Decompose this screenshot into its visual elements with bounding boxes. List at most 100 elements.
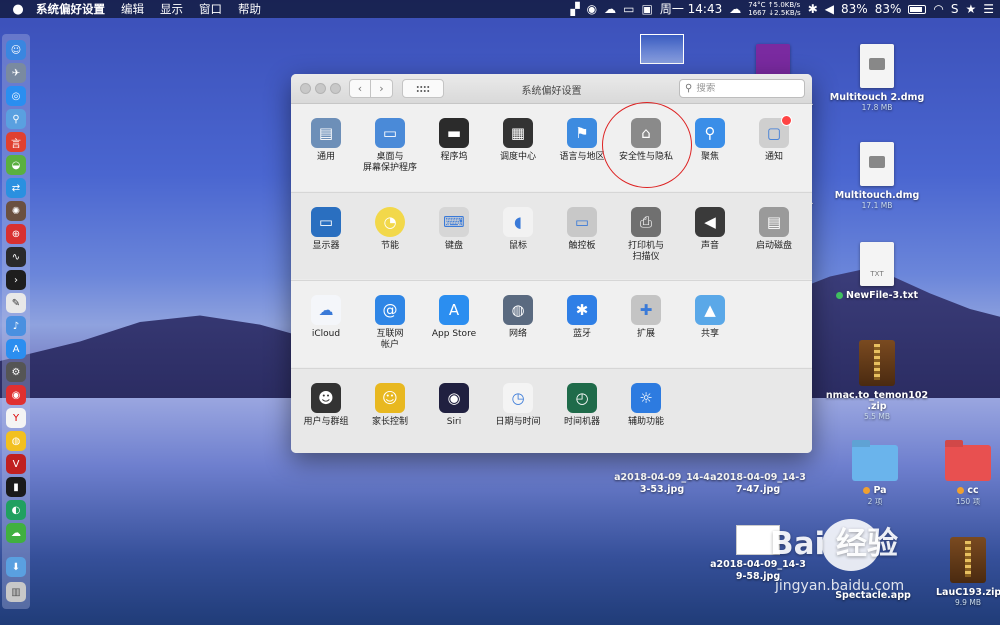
finder-icon[interactable]: ☺ [6, 40, 26, 60]
preview-icon[interactable]: ⚲ [6, 109, 26, 129]
pref-pane-general[interactable]: ▤ 通用 [294, 118, 358, 163]
menu-app-name[interactable]: 系统偏好设置 [36, 1, 105, 17]
status-app-icon-2[interactable]: ◉ [587, 0, 597, 18]
desktop-folder-cc[interactable]: cc 150 项 [940, 445, 996, 507]
vivaldi-icon[interactable]: V [6, 454, 26, 474]
battery-percent-left[interactable]: 83% [841, 0, 868, 18]
pref-pane-accessibility[interactable]: ☼ 辅助功能 [614, 383, 678, 428]
menu-view[interactable]: 显示 [160, 1, 183, 17]
downloads-folder-icon[interactable]: ⬇ [6, 557, 26, 577]
app-s-status-icon[interactable]: S [951, 0, 959, 18]
menu-window[interactable]: 窗口 [199, 1, 222, 17]
pref-pane-app-store[interactable]: A App Store [422, 295, 486, 340]
pref-pane-date-time[interactable]: ◷ 日期与时间 [486, 383, 550, 428]
wifi-icon[interactable]: ◠ [933, 0, 943, 18]
pref-pane-dock[interactable]: ▬ 程序坞 [422, 118, 486, 163]
android-icon[interactable]: ◒ [6, 155, 26, 175]
favorites-star-icon[interactable]: ★ [965, 0, 976, 18]
wechat-dock-icon[interactable]: ☁ [6, 523, 26, 543]
folder-label: Pa [847, 485, 903, 496]
pref-pane-sound[interactable]: ◀ 声音 [678, 207, 742, 252]
pref-pane-parental-controls[interactable]: ☺ 家长控制 [358, 383, 422, 428]
battery-icon[interactable] [908, 4, 927, 14]
pref-pane-bluetooth[interactable]: ✱ 蓝牙 [550, 295, 614, 340]
yandex-icon[interactable]: Y [6, 408, 26, 428]
safari-icon[interactable]: ◎ [6, 86, 26, 106]
desktop-file-screenshot-1[interactable]: a2018-04-09_14-4 3-53.jpg [614, 472, 710, 496]
app-red-icon[interactable]: 言 [6, 132, 26, 152]
screenshot-status-icon[interactable]: ▣ [642, 0, 653, 18]
chrome-icon[interactable]: ◍ [6, 431, 26, 451]
siri-icon: ◉ [439, 383, 469, 413]
pref-pane-time-machine[interactable]: ◴ 时间机器 [550, 383, 614, 428]
desktop-file-lauc-zip[interactable]: LauC193.zip 9.9 MB [936, 537, 1000, 607]
pref-pane-security-privacy[interactable]: ⌂ 安全性与隐私 [614, 118, 678, 163]
dock-icon: ▬ [439, 118, 469, 148]
launchpad-icon[interactable]: ✈ [6, 63, 26, 83]
desktop-file-newfile[interactable]: TXT NewFile-3.txt [822, 242, 932, 301]
migration-icon[interactable]: ⇄ [6, 178, 26, 198]
pref-pane-language-region[interactable]: ⚑ 语言与地区 [550, 118, 614, 163]
search-field[interactable]: ⚲ [679, 79, 805, 98]
pref-pane-extensions[interactable]: ✚ 扩展 [614, 295, 678, 340]
cloud-status-icon[interactable]: ☁ [729, 0, 741, 18]
menu-help[interactable]: 帮助 [238, 1, 261, 17]
desktop-file-multitouch2[interactable]: Multitouch 2.dmg 17.8 MB [822, 44, 932, 112]
pref-pane-keyboard[interactable]: ⌨ 键盘 [422, 207, 486, 252]
pref-pane-label: 日期与时间 [495, 417, 541, 427]
pref-pane-label: iCloud [311, 329, 341, 339]
pref-pane-label: 键盘 [444, 241, 463, 251]
pref-pane-icloud[interactable]: ☁ iCloud [294, 295, 358, 340]
pref-pane-network[interactable]: ◍ 网络 [486, 295, 550, 340]
pref-pane-siri[interactable]: ◉ Siri [422, 383, 486, 428]
status-app-icon-1[interactable]: ▞ [570, 0, 579, 18]
pref-pane-mission-control[interactable]: ▦ 调度中心 [486, 118, 550, 163]
menu-edit[interactable]: 编辑 [121, 1, 144, 17]
sound-status-icon[interactable]: ◀ [825, 0, 834, 18]
desktop-image-thumbnail[interactable] [640, 34, 684, 68]
apple-menu-icon[interactable]: ● [0, 2, 36, 17]
battery-percent-right[interactable]: 83% [875, 0, 902, 18]
pref-pane-energy-saver[interactable]: ◔ 节能 [358, 207, 422, 252]
desktop-folder-pa[interactable]: Pa 2 项 [847, 445, 903, 507]
pref-pane-spotlight[interactable]: ⚲ 聚焦 [678, 118, 742, 163]
desktop-file-nmac-zip[interactable]: nmac.to_temon102 .zip 5.5 MB [815, 340, 939, 421]
app-brown-icon[interactable]: ✺ [6, 201, 26, 221]
display-status-icon[interactable]: ▭ [623, 0, 634, 18]
datetime-text[interactable]: 周一 14:43 [660, 0, 722, 18]
desktop-file-screenshot-2[interactable]: a2018-04-09_14-3 7-47.jpg [710, 472, 806, 496]
pref-pane-printer-scanner[interactable]: ⎙ 打印机与 扫描仪 [614, 207, 678, 263]
console-icon[interactable]: ▮ [6, 477, 26, 497]
pref-pane-startup-disk[interactable]: ▤ 启动磁盘 [742, 207, 806, 252]
bluetooth-status-icon[interactable]: ✱ [808, 0, 818, 18]
app-mic-icon[interactable]: ⊕ [6, 224, 26, 244]
system-monitor[interactable]: 74°C ↑5.0KB/s 1667 ↓2.5KB/s [748, 1, 800, 17]
notification-center-icon[interactable]: ☰ [983, 0, 994, 18]
pref-pane-internet-accounts[interactable]: @ 互联网 帐户 [358, 295, 422, 351]
app-store-dock-icon[interactable]: A [6, 339, 26, 359]
energy-saver-icon: ◔ [375, 207, 405, 237]
pref-pane-users-groups[interactable]: ☻ 用户与群组 [294, 383, 358, 428]
pref-pane-notifications[interactable]: ▢ 通知 [742, 115, 806, 163]
pref-pane-mouse[interactable]: ◖ 鼠标 [486, 207, 550, 252]
folder-count: 2 项 [867, 497, 883, 506]
script-editor-icon[interactable]: ✎ [6, 293, 26, 313]
pref-pane-displays[interactable]: ▭ 显示器 [294, 207, 358, 252]
trash-icon[interactable]: ▥ [6, 582, 26, 602]
system-preferences-dock-icon[interactable]: ⚙ [6, 362, 26, 382]
pref-pane-desktop-screensaver[interactable]: ▭ 桌面与 屏幕保护程序 [358, 118, 422, 174]
netease-music-icon[interactable]: ◉ [6, 385, 26, 405]
activity-monitor-icon[interactable]: ∿ [6, 247, 26, 267]
wechat-status-icon[interactable]: ☁ [604, 0, 616, 18]
voice-icon[interactable]: ♪ [6, 316, 26, 336]
desktop-file-multitouch[interactable]: Multitouch.dmg 17.1 MB [822, 142, 932, 210]
app-green-icon[interactable]: ◐ [6, 500, 26, 520]
window-titlebar[interactable]: ‹ › 系统偏好设置 ⚲ [291, 74, 812, 104]
pref-pane-trackpad[interactable]: ▭ 触控板 [550, 207, 614, 252]
pref-pane-sharing[interactable]: ▲ 共享 [678, 295, 742, 340]
upload-speed: ↑5.0KB/s [767, 1, 801, 9]
zip-file-icon [950, 537, 986, 583]
search-input[interactable] [696, 83, 795, 94]
terminal-icon[interactable]: › [6, 270, 26, 290]
pref-pane-label: 显示器 [312, 241, 340, 251]
